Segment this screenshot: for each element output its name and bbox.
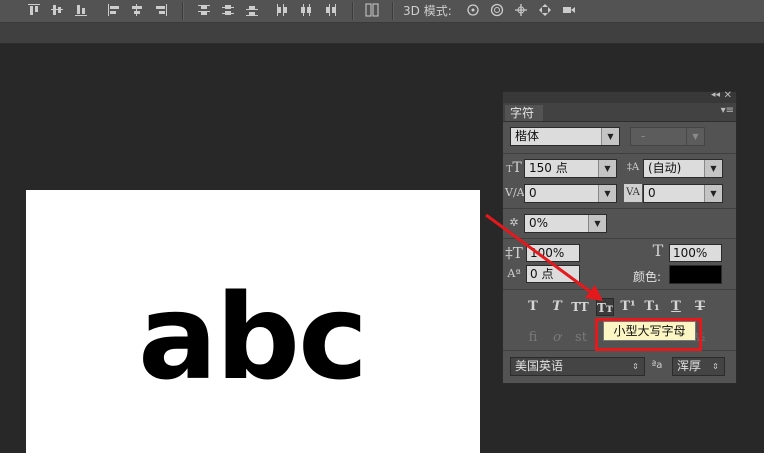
chevron-down-icon: ▼ (598, 160, 616, 177)
tsume-value: 0% (529, 216, 549, 230)
horizontal-scale-field[interactable]: 100% (669, 244, 722, 262)
horizontal-scale-icon: T (652, 241, 664, 260)
font-family-value: 楷体 (515, 129, 540, 143)
font-size-icon: TT (506, 160, 522, 176)
font-family-select[interactable]: 楷体 ▼ (510, 127, 620, 146)
align-hcenter-icon[interactable] (130, 3, 144, 17)
chevron-down-icon: ▼ (588, 215, 606, 232)
baseline-shift-field[interactable]: 0 点 (526, 265, 580, 283)
vertical-scale-icon: ‡T (505, 244, 523, 262)
panel-tab-row: 字符 ▾≡ (503, 103, 736, 122)
ligatures-button[interactable]: fi (524, 329, 542, 347)
language-select[interactable]: 美国英语 ⇕ (510, 357, 645, 376)
faux-italic-button[interactable]: T (548, 298, 566, 316)
subscript-button[interactable]: T₁ (643, 298, 661, 316)
align-right-icon[interactable] (154, 3, 168, 17)
tsume-icon: ✲ (509, 216, 519, 229)
leading-icon: ‡A (626, 162, 640, 173)
chevron-down-icon: ▼ (704, 185, 722, 202)
antialias-select[interactable]: 浑厚 ⇕ (672, 357, 725, 376)
color-swatch[interactable] (669, 265, 722, 284)
stylistic-alternates-button[interactable]: st (572, 329, 590, 347)
3d-rotate-icon[interactable] (466, 3, 480, 17)
3d-scale-icon[interactable] (562, 3, 576, 17)
distribute-vcenter-icon[interactable] (221, 3, 235, 17)
distribute-top-icon[interactable] (197, 3, 211, 17)
align-top-icon[interactable] (27, 3, 41, 17)
color-label: 颜色: (633, 270, 662, 284)
toolbar-separator (352, 2, 354, 20)
font-style-select[interactable]: - ▼ (630, 127, 705, 146)
font-style-value: - (641, 129, 646, 143)
panel-menu-icon[interactable]: ▾≡ (721, 105, 734, 116)
faux-bold-button[interactable]: T (524, 298, 542, 316)
tab-character[interactable]: 字符 (505, 105, 543, 121)
toolbar-separator (392, 2, 394, 20)
font-size-select[interactable]: 150 点 ▼ (524, 159, 617, 178)
canvas-text-layer[interactable]: abc (138, 278, 368, 396)
3d-mode-label: 3D 模式: (403, 4, 452, 18)
document-canvas[interactable]: abc (26, 190, 480, 453)
close-icon[interactable]: ✕ (724, 90, 732, 101)
panel-title-bar: ◂◂ ✕ (503, 90, 736, 103)
underline-button[interactable]: T (667, 298, 685, 316)
strikethrough-button[interactable]: T (691, 298, 709, 316)
divider (503, 238, 736, 239)
superscript-button[interactable]: T¹ (619, 298, 637, 316)
leading-select[interactable]: (自动) ▼ (643, 159, 723, 178)
chevron-down-icon: ▼ (598, 185, 616, 202)
divider (503, 289, 736, 290)
updown-icon: ⇕ (627, 358, 644, 375)
distribute-hcenter-icon[interactable] (299, 3, 313, 17)
chevron-down-icon: ▼ (686, 128, 704, 145)
3d-slide-icon[interactable] (538, 3, 552, 17)
all-caps-button[interactable]: TT (571, 298, 589, 316)
3d-pan-icon[interactable] (514, 3, 528, 17)
language-value: 美国英语 (515, 359, 564, 373)
document-tab-bar (0, 23, 764, 44)
options-bar: 3D 模式: (0, 0, 764, 23)
align-bottom-icon[interactable] (74, 3, 88, 17)
tsume-select[interactable]: 0% ▼ (524, 214, 607, 233)
collapse-icon[interactable]: ◂◂ (711, 90, 720, 100)
auto-align-icon[interactable] (365, 3, 379, 17)
distribute-left-icon[interactable] (275, 3, 289, 17)
tooltip: 小型大写字母 (603, 321, 696, 341)
vertical-scale-field[interactable]: 100% (526, 244, 580, 262)
3d-roll-icon[interactable] (490, 3, 504, 17)
updown-icon: ⇕ (707, 358, 724, 375)
toolbar-separator (182, 2, 184, 20)
chevron-down-icon: ▼ (704, 160, 722, 177)
small-caps-button[interactable]: Tт (596, 298, 614, 316)
distribute-right-icon[interactable] (323, 3, 337, 17)
tracking-select[interactable]: 0 ▼ (643, 184, 723, 203)
divider (503, 208, 736, 209)
divider (503, 153, 736, 154)
antialias-icon: ªa (651, 360, 663, 371)
align-vcenter-icon[interactable] (50, 3, 64, 17)
distribute-bottom-icon[interactable] (245, 3, 259, 17)
kerning-select[interactable]: 0 ▼ (524, 184, 617, 203)
chevron-down-icon: ▼ (601, 128, 619, 145)
kerning-icon: V/A (505, 186, 525, 199)
kerning-value: 0 (529, 186, 537, 200)
tracking-value: 0 (648, 186, 656, 200)
tracking-icon: VA (624, 184, 642, 202)
baseline-shift-icon: Aª (507, 267, 521, 280)
align-left-icon[interactable] (107, 3, 121, 17)
leading-value: (自动) (648, 161, 682, 175)
font-size-value: 150 点 (529, 161, 568, 175)
old-style-button[interactable]: ơ (548, 329, 566, 347)
antialias-value: 浑厚 (677, 359, 702, 373)
